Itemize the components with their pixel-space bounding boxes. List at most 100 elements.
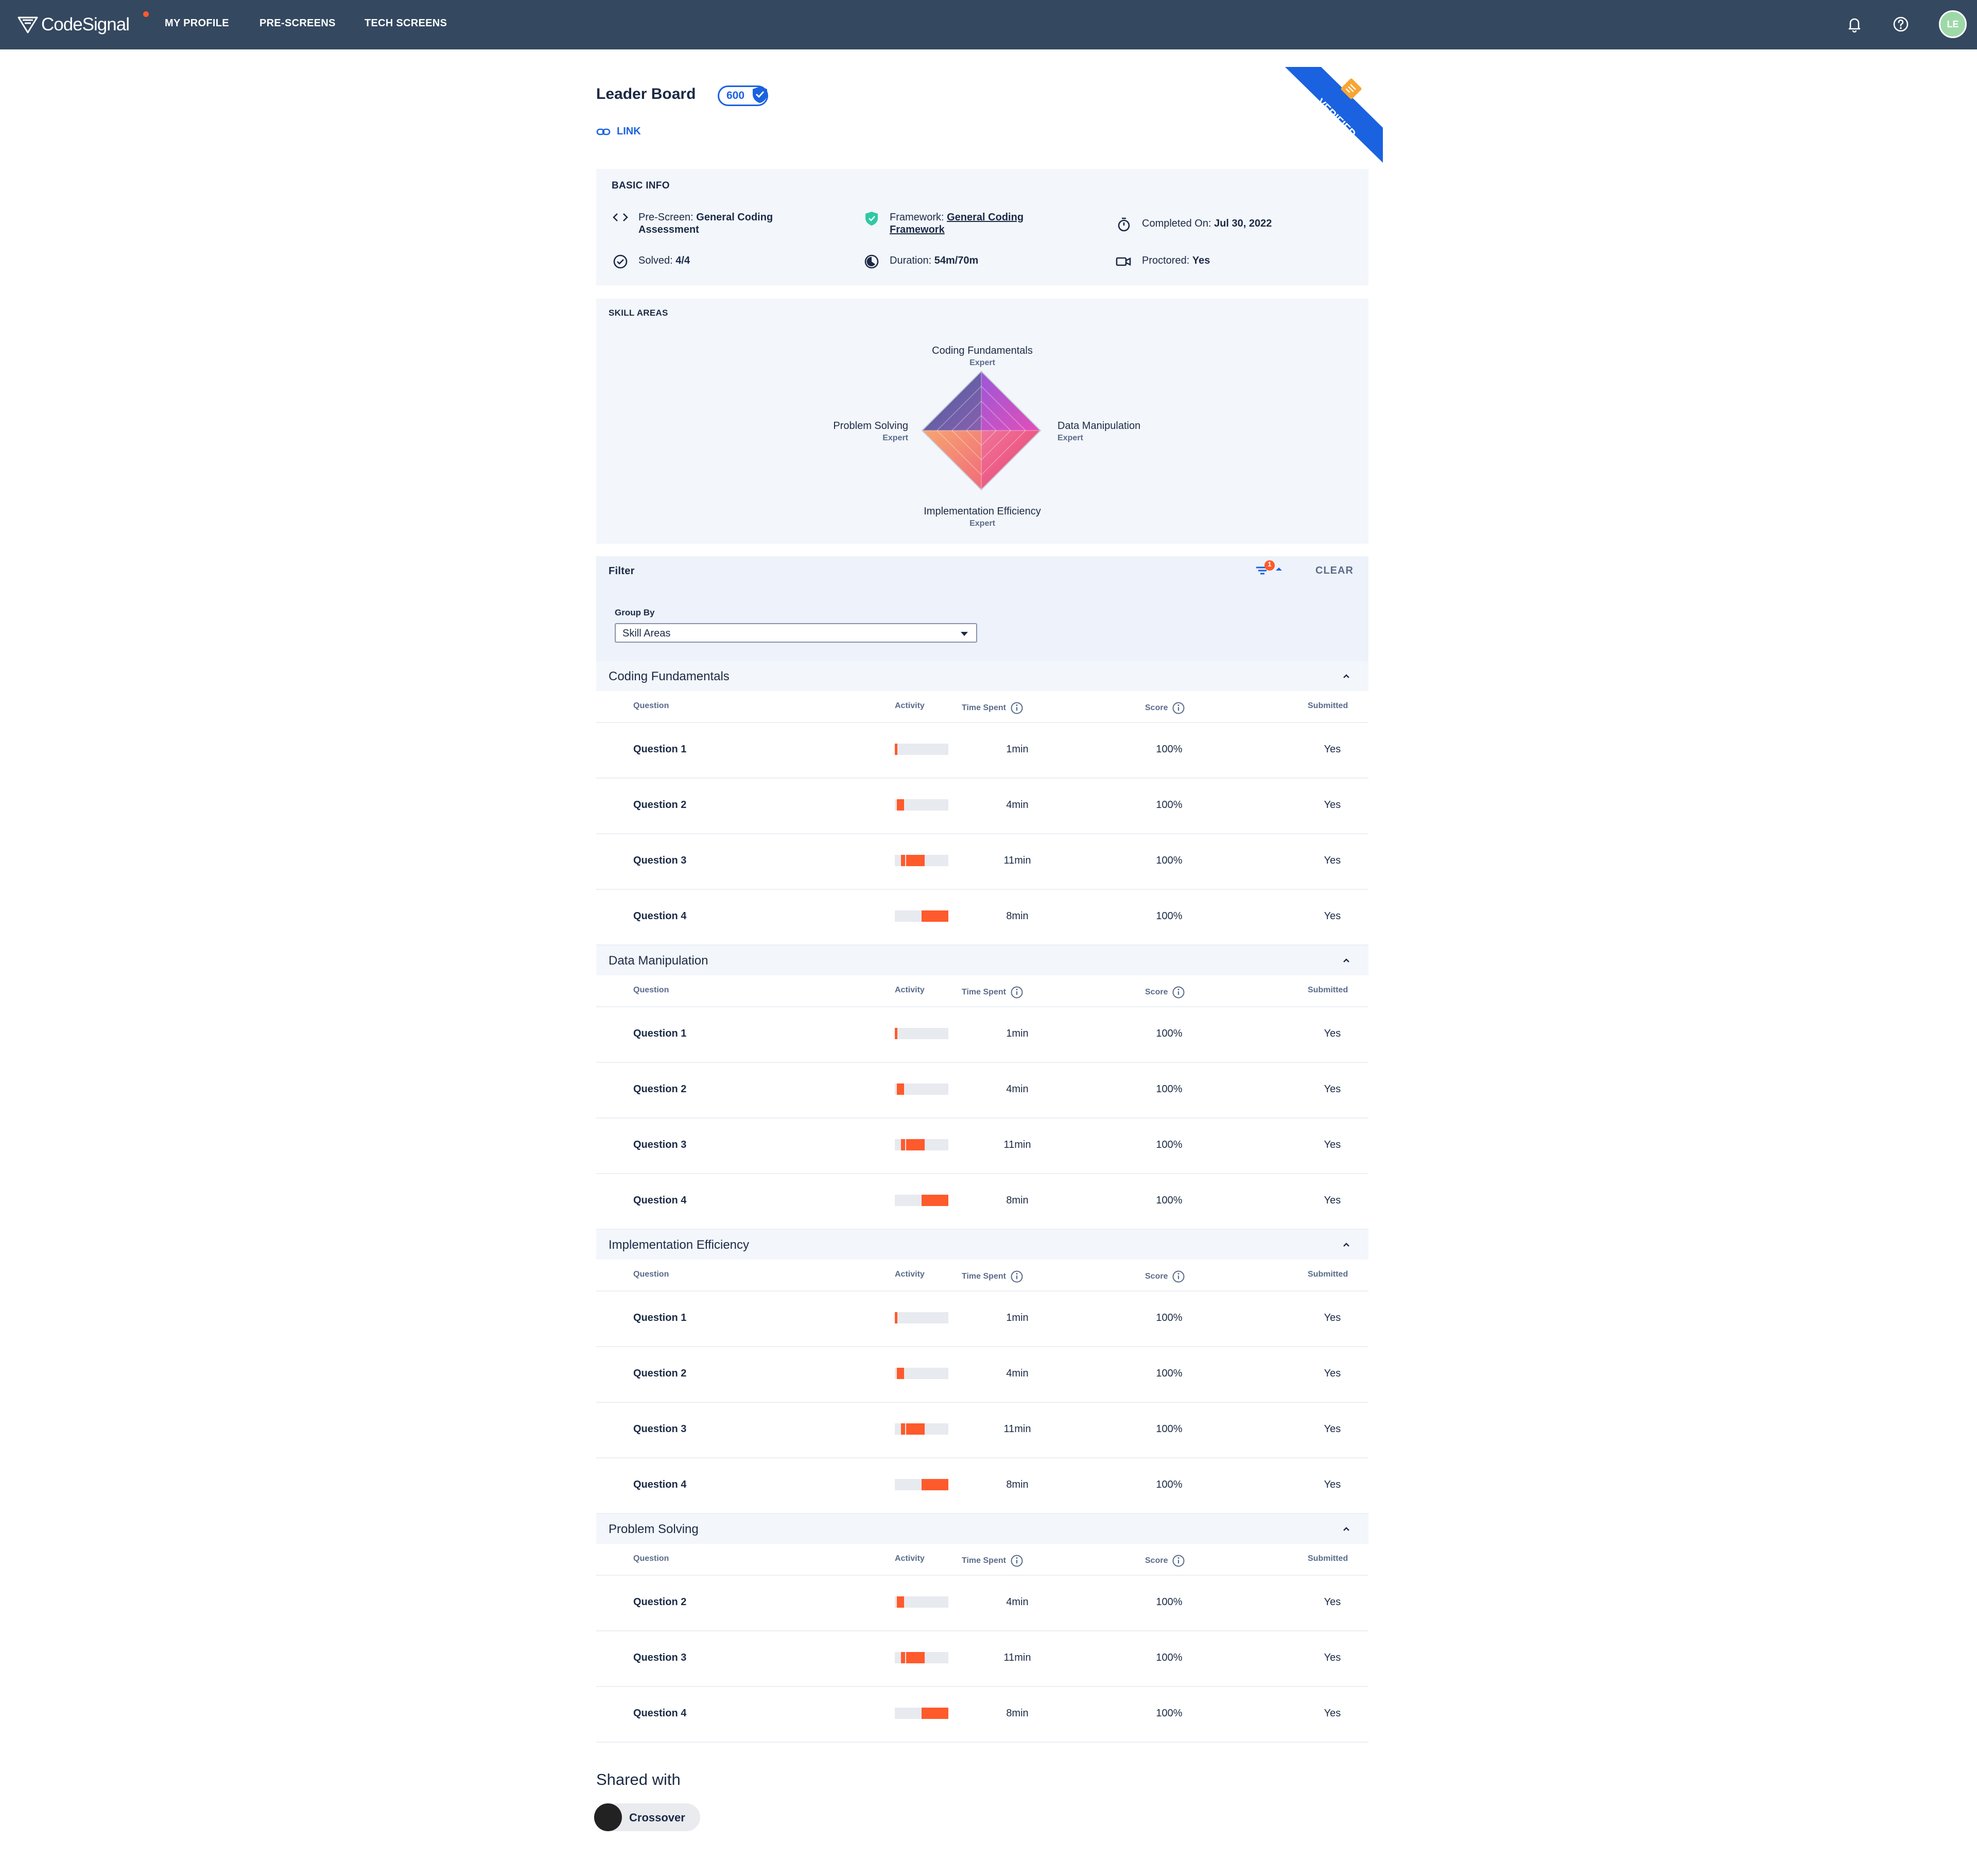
score-value: 100% <box>1156 1028 1183 1039</box>
framework-link-line2[interactable]: Framework <box>890 224 945 235</box>
score-value: 100% <box>1156 744 1183 755</box>
info-icon[interactable] <box>1172 1270 1185 1283</box>
shield-icon <box>753 87 767 103</box>
column-time-spent[interactable]: Time Spent <box>962 986 1024 999</box>
group-header[interactable]: Problem Solving <box>596 1514 1368 1544</box>
info-icon[interactable] <box>1172 1554 1185 1568</box>
column-score[interactable]: Score <box>1145 701 1185 715</box>
table-row[interactable]: Question 4 8min 100% Yes <box>596 1458 1368 1514</box>
nav-my-profile[interactable]: MY PROFILE <box>165 18 229 29</box>
group-header[interactable]: Data Manipulation <box>596 945 1368 975</box>
group-title: Problem Solving <box>609 1522 699 1536</box>
column-activity: Activity <box>895 1270 925 1279</box>
group-rows: Question 2 4min 100% Yes Question 3 11mi… <box>596 1576 1368 1743</box>
framework-link[interactable]: General Coding <box>947 212 1024 223</box>
nav-tech-screens[interactable]: TECH SCREENS <box>365 18 447 29</box>
column-question[interactable]: Question <box>633 1554 669 1563</box>
question-name[interactable]: Question 2 <box>633 1083 686 1095</box>
score-value: 100% <box>1156 1195 1183 1206</box>
user-avatar[interactable]: LE <box>1939 10 1967 38</box>
submitted-value: Yes <box>1324 855 1341 866</box>
column-score[interactable]: Score <box>1145 1554 1185 1568</box>
info-icon[interactable] <box>1172 986 1185 999</box>
table-row[interactable]: Question 3 11min 100% Yes <box>596 1631 1368 1687</box>
question-name[interactable]: Question 4 <box>633 1708 686 1719</box>
info-icon[interactable] <box>1010 986 1024 999</box>
question-name[interactable]: Question 3 <box>633 1139 686 1151</box>
column-question[interactable]: Question <box>633 986 669 995</box>
group-header[interactable]: Coding Fundamentals <box>596 661 1368 691</box>
filter-toggle-button[interactable]: 1 <box>1254 559 1287 580</box>
framework-shield-icon <box>865 212 878 226</box>
info-icon[interactable] <box>1172 701 1185 715</box>
duration-icon <box>864 254 879 269</box>
time-spent: 11min <box>1003 855 1031 866</box>
info-icon[interactable] <box>1010 701 1024 715</box>
bell-icon[interactable] <box>1846 15 1863 33</box>
score-value: 100% <box>1156 1312 1183 1323</box>
activity-segment <box>922 910 948 922</box>
column-time-spent[interactable]: Time Spent <box>962 1554 1024 1568</box>
table-row[interactable]: Question 1 1min 100% Yes <box>596 723 1368 779</box>
question-name[interactable]: Question 2 <box>633 1596 686 1608</box>
table-row[interactable]: Question 3 11min 100% Yes <box>596 1118 1368 1174</box>
solved-value: 4/4 <box>675 255 690 266</box>
question-name[interactable]: Question 1 <box>633 744 686 755</box>
table-header: Question Activity Time Spent Score Submi… <box>596 975 1368 1007</box>
chevron-up-icon[interactable] <box>1342 672 1351 681</box>
chevron-up-icon[interactable] <box>1342 956 1351 965</box>
group-rows: Question 1 1min 100% Yes Question 2 4min… <box>596 723 1368 945</box>
column-submitted[interactable]: Submitted <box>1308 1270 1348 1279</box>
column-time-spent[interactable]: Time Spent <box>962 1270 1024 1283</box>
company-chip[interactable]: Crossover <box>594 1803 700 1831</box>
question-name[interactable]: Question 1 <box>633 1028 686 1040</box>
question-name[interactable]: Question 4 <box>633 1479 686 1491</box>
table-row[interactable]: Question 2 4min 100% Yes <box>596 1347 1368 1403</box>
codesignal-logo[interactable]: CodeSignal <box>18 11 149 37</box>
group-header[interactable]: Implementation Efficiency <box>596 1230 1368 1260</box>
table-row[interactable]: Question 2 4min 100% Yes <box>596 1576 1368 1631</box>
codesignal-logo-icon <box>18 16 38 33</box>
question-name[interactable]: Question 1 <box>633 1312 686 1324</box>
column-submitted[interactable]: Submitted <box>1308 1554 1348 1563</box>
time-spent: 8min <box>1006 1708 1029 1719</box>
question-name[interactable]: Question 2 <box>633 1368 686 1380</box>
table-row[interactable]: Question 2 4min 100% Yes <box>596 1063 1368 1118</box>
score-value: 100% <box>1156 1708 1183 1719</box>
activity-bar <box>895 1312 948 1323</box>
column-activity: Activity <box>895 1554 925 1563</box>
chevron-up-icon[interactable] <box>1342 1524 1351 1534</box>
copy-link-button[interactable]: LINK <box>596 126 641 137</box>
help-icon[interactable] <box>1892 15 1910 33</box>
question-name[interactable]: Question 3 <box>633 1652 686 1664</box>
table-row[interactable]: Question 3 11min 100% Yes <box>596 1403 1368 1458</box>
info-icon[interactable] <box>1010 1270 1024 1283</box>
column-question[interactable]: Question <box>633 1270 669 1279</box>
table-row[interactable]: Question 1 1min 100% Yes <box>596 1007 1368 1063</box>
column-time-spent[interactable]: Time Spent <box>962 701 1024 715</box>
column-submitted[interactable]: Submitted <box>1308 701 1348 711</box>
column-score[interactable]: Score <box>1145 1270 1185 1283</box>
column-score[interactable]: Score <box>1145 986 1185 999</box>
question-name[interactable]: Question 4 <box>633 910 686 922</box>
table-row[interactable]: Question 4 8min 100% Yes <box>596 1687 1368 1743</box>
prescreen-info: Pre-Screen: General Coding Assessment <box>612 211 773 236</box>
question-name[interactable]: Question 3 <box>633 855 686 867</box>
question-name[interactable]: Question 4 <box>633 1195 686 1207</box>
group-by-select[interactable]: Skill Areas <box>615 623 977 643</box>
chevron-up-icon[interactable] <box>1342 1240 1351 1249</box>
column-submitted[interactable]: Submitted <box>1308 986 1348 995</box>
table-row[interactable]: Question 3 11min 100% Yes <box>596 834 1368 890</box>
clear-filter-button[interactable]: CLEAR <box>1315 565 1354 577</box>
table-row[interactable]: Question 4 8min 100% Yes <box>596 890 1368 945</box>
table-row[interactable]: Question 2 4min 100% Yes <box>596 779 1368 834</box>
info-icon[interactable] <box>1010 1554 1024 1568</box>
nav-pre-screens[interactable]: PRE-SCREENS <box>259 18 336 29</box>
activity-bar <box>895 1596 948 1608</box>
activity-segment <box>895 1312 897 1323</box>
column-question[interactable]: Question <box>633 701 669 711</box>
table-row[interactable]: Question 1 1min 100% Yes <box>596 1292 1368 1347</box>
table-row[interactable]: Question 4 8min 100% Yes <box>596 1174 1368 1230</box>
question-name[interactable]: Question 3 <box>633 1423 686 1435</box>
question-name[interactable]: Question 2 <box>633 799 686 811</box>
